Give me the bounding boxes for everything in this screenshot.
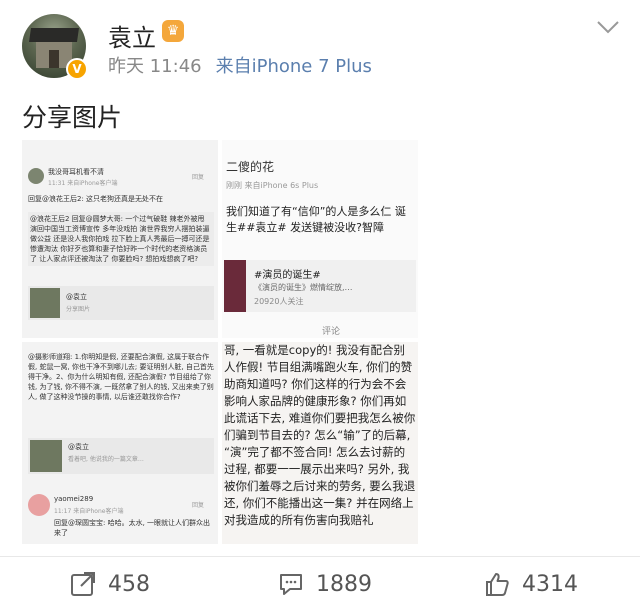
image1-user: 我没哥耳机看不清 (48, 168, 104, 176)
image2-body: 我们知道了有“信仰”的人是多么仁 诞生##袁立# 发送键被没收?智障 (226, 205, 406, 234)
comment-button[interactable]: 1889 (278, 569, 372, 599)
image2-card-title: #演员的诞生# (254, 270, 321, 281)
image1-quote-user: @袁立 (66, 293, 87, 301)
image1-quote-text: 分享图片 (66, 306, 91, 313)
image1-reply: 回复 (192, 174, 205, 181)
post-image-1[interactable]: 我没哥耳机看不清 11:31 来自iPhone客户端 回复 回复@浪花王后2: … (22, 140, 218, 338)
share-button[interactable]: 458 (70, 569, 150, 599)
image2-topic-card: #演员的诞生# 《演员的诞生》燃情绽放,… 20920人关注 (224, 260, 416, 312)
image4-body: 哥, 一看就是copy的! 我没有配合别人作假! 节目组满嘴跑火车, 你们的赞助… (224, 343, 416, 527)
post-meta: 昨天 11:46 来自iPhone 7 Plus (108, 52, 372, 78)
image3-user2: yaomei289 (54, 495, 94, 503)
image2-comment-action: 评论 (322, 327, 341, 337)
image3-reply2: 回复@琛圆宝宝: 哈哈。太水, 一眼就让人们群众出来了 (54, 519, 211, 537)
avatar-door (49, 50, 59, 68)
comment-count: 1889 (316, 571, 372, 597)
post-time: 昨天 11:46 (108, 56, 202, 77)
share-icon (71, 572, 95, 596)
like-count: 4314 (522, 571, 578, 597)
image1-source: 11:31 来自iPhone客户端 (48, 180, 118, 187)
image1-quote: @袁立 分享图片 (28, 286, 214, 320)
verified-badge-icon: V (66, 58, 88, 80)
vip-crown-icon: ♛ (162, 20, 184, 42)
quote-thumb (30, 288, 60, 318)
share-count: 458 (108, 571, 150, 597)
image3-quote: @袁立 看着吧, 他说我的一篇文章… (28, 438, 214, 474)
image2-time: 刚刚 来自iPhone 6s Plus (226, 181, 319, 190)
post-caption: 分享图片 (22, 103, 123, 132)
thumbs-up-icon (486, 573, 509, 596)
post-image-3[interactable]: @摄影师道翔: 1.你明知是假, 还要配合演假, 这属于联合作假, 蛇鼠一窝, … (22, 342, 218, 544)
image-grid: 我没哥耳机看不清 11:31 来自iPhone客户端 回复 回复@浪花王后2: … (22, 140, 418, 544)
image3-quote-user: @袁立 (68, 443, 89, 451)
image2-card-follow: 20920人关注 (254, 297, 304, 306)
post-source: 来自iPhone 7 Plus (215, 56, 372, 77)
comment-icon (280, 574, 302, 595)
quote-thumb (30, 440, 62, 472)
chevron-down-icon[interactable] (596, 18, 620, 36)
username[interactable]: 袁立 (108, 18, 156, 53)
topic-thumb (224, 260, 246, 312)
image3-time2: 11:17 来自iPhone客户端 (54, 508, 124, 515)
post-header: V 袁立 ♛ 昨天 11:46 来自iPhone 7 Plus (0, 0, 640, 88)
image3-text1: @摄影师道翔: 1.你明知是假, 还要配合演假, 这属于联合作假, 蛇鼠一窝, … (28, 353, 214, 401)
avatar-roof (29, 28, 79, 42)
post-image-4[interactable]: 哥, 一看就是copy的! 我没有配合别人作假! 节目组满嘴跑火车, 你们的赞助… (222, 342, 418, 544)
post-image-2[interactable]: 二傻的花 刚刚 来自iPhone 6s Plus 我们知道了有“信仰”的人是多么… (222, 140, 418, 338)
commenter-avatar (28, 168, 44, 184)
image1-text1: 回复@浪花王后2: 这只老狗还真是无处不在 (28, 195, 164, 203)
commenter-avatar (28, 494, 50, 516)
image1-text2: @浪花王后2 回复@圆梦大哥: 一个过气破鞋 辣老外被甩 演回中国当工资博宣传 … (28, 212, 214, 266)
image2-name: 二傻的花 (226, 160, 275, 174)
image3-reply-btn: 回复 (192, 502, 205, 509)
like-button[interactable]: 4314 (484, 569, 578, 599)
image3-quote-text: 看着吧, 他说我的一篇文章… (68, 456, 144, 463)
action-bar: 458 1889 4314 (0, 556, 640, 609)
image2-card-desc: 《演员的诞生》燃情绽放,… (254, 283, 353, 292)
